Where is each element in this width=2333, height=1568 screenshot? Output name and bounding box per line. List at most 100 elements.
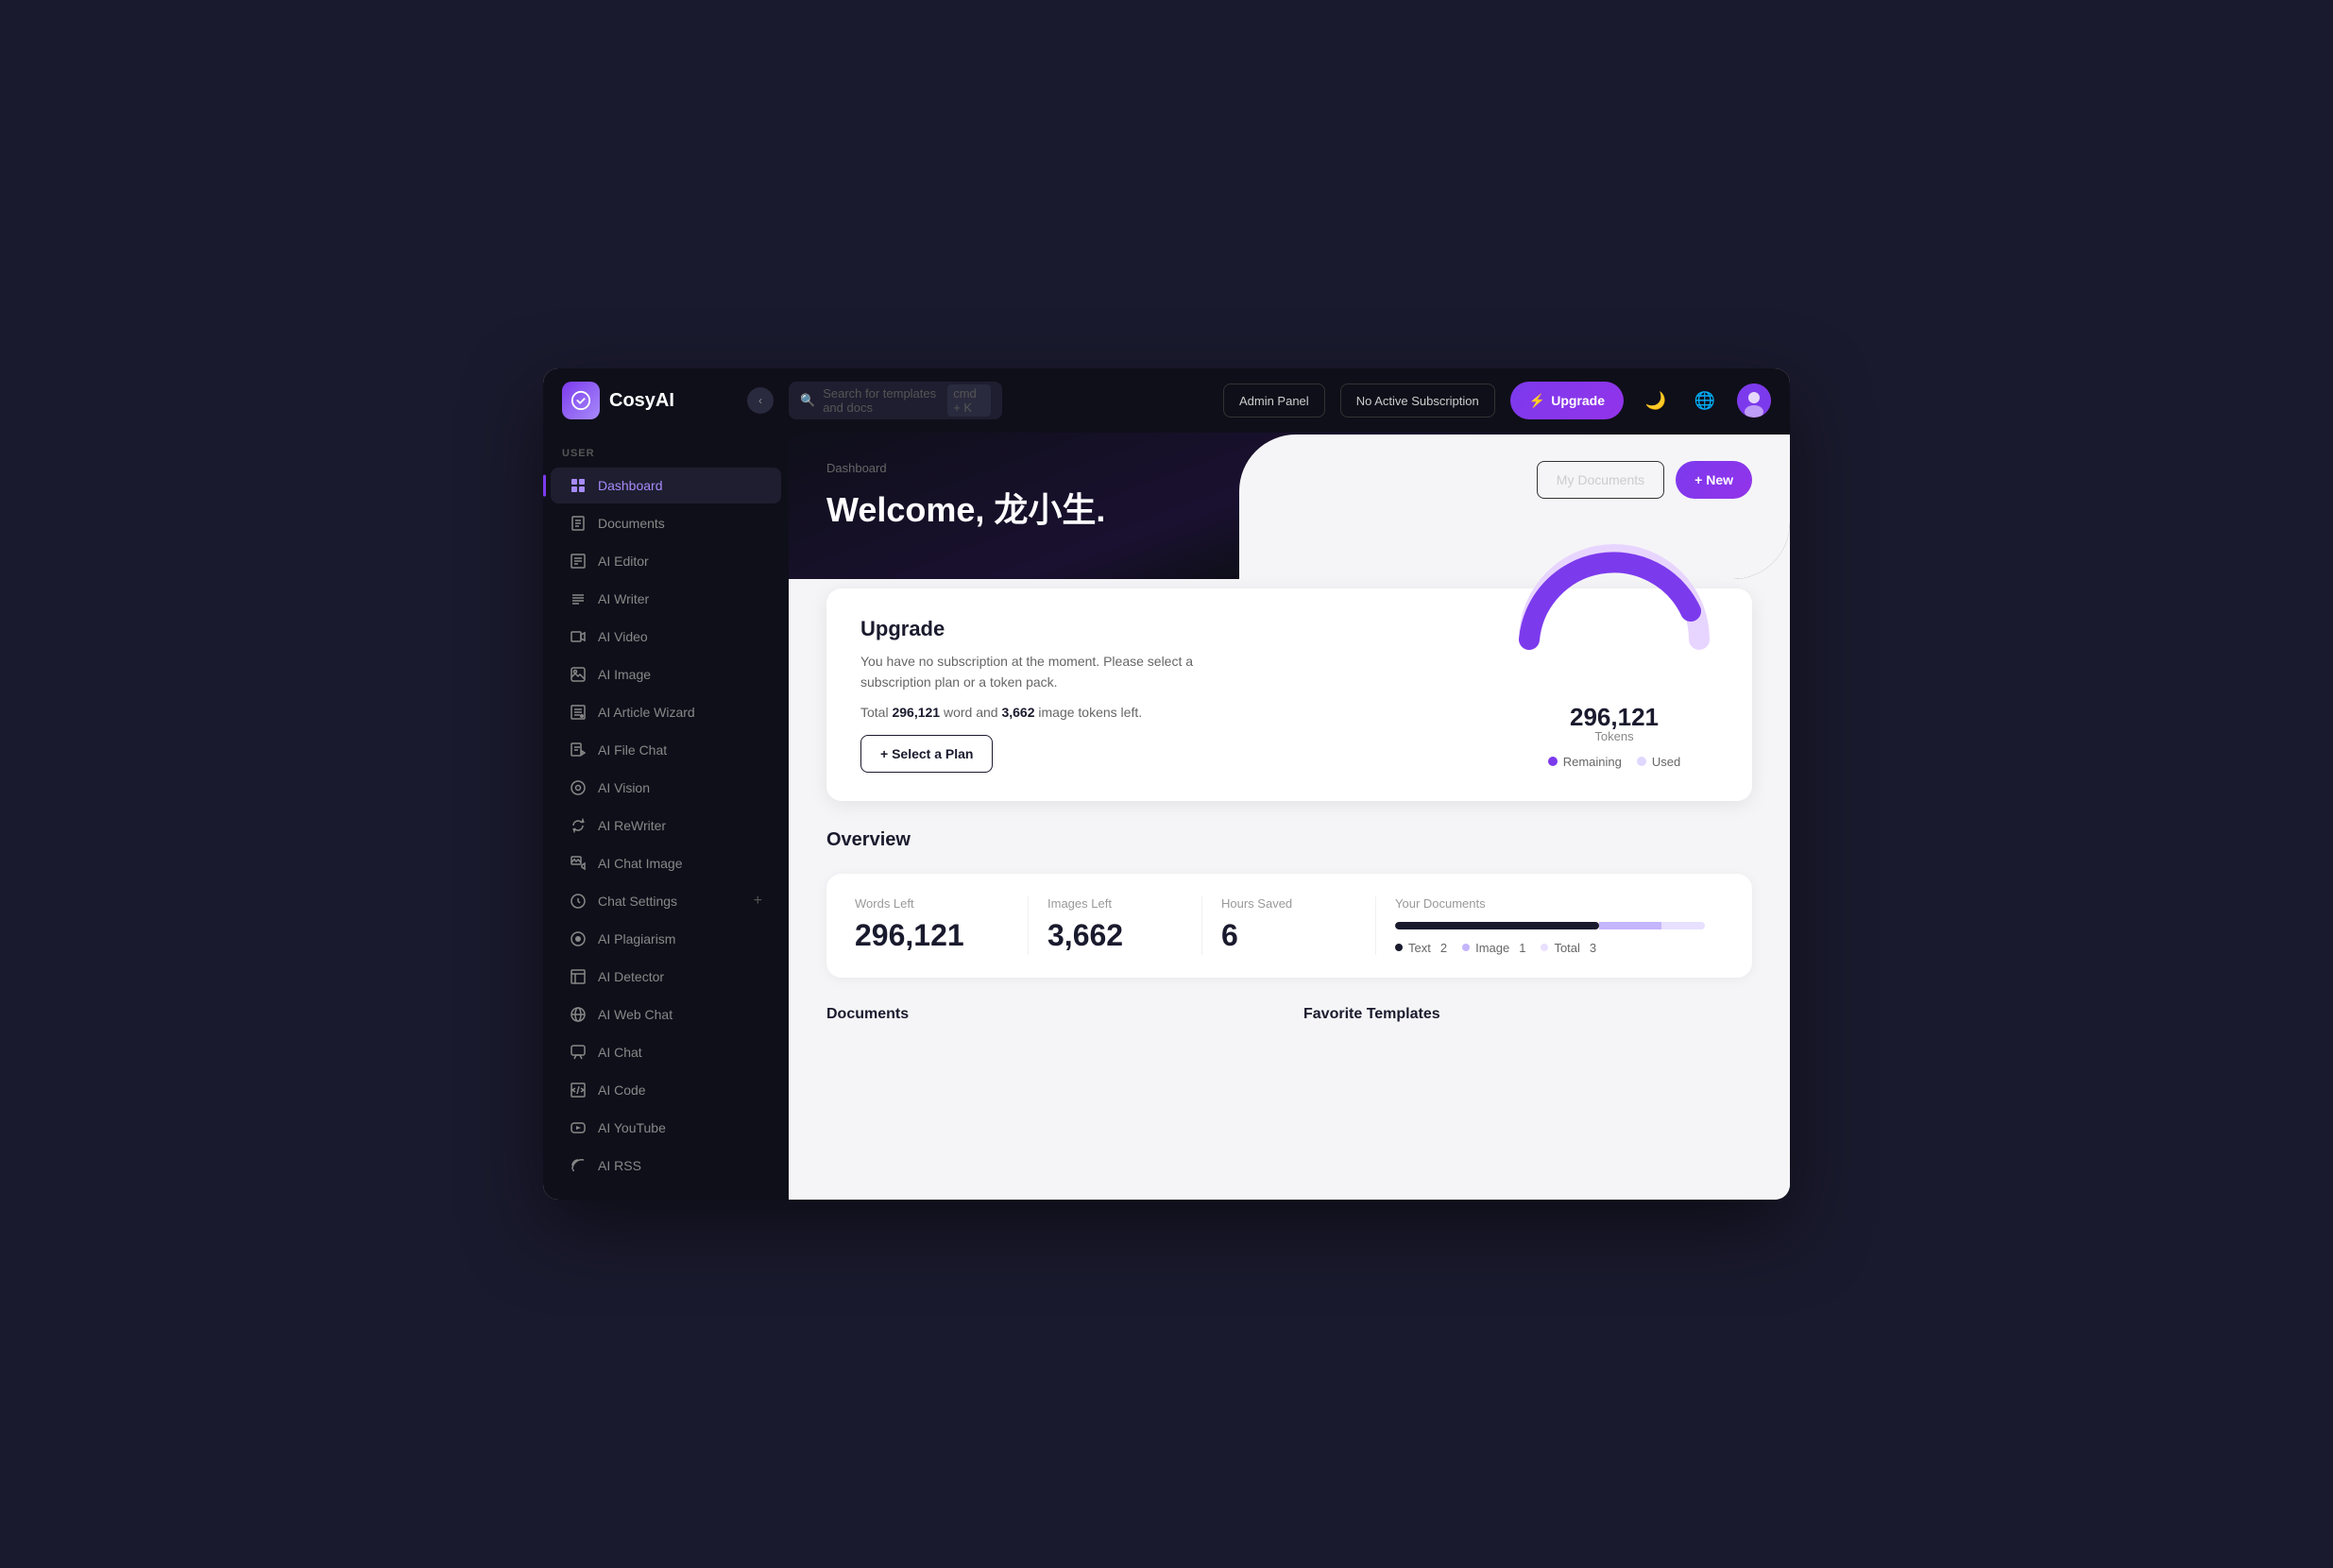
hours-saved-item: Hours Saved 6 (1202, 896, 1376, 955)
used-label: Used (1652, 755, 1680, 769)
overview-grid: Words Left 296,121 Images Left 3,662 Hou… (826, 874, 1752, 978)
theme-toggle-button[interactable]: 🌙 (1639, 383, 1673, 418)
logo-text: CosyAI (609, 390, 674, 412)
sidebar-item-ai-code[interactable]: AI Code (551, 1072, 781, 1108)
sidebar-item-ai-plagiarism[interactable]: AI Plagiarism (551, 921, 781, 957)
ai-detector-icon (570, 968, 587, 985)
word-count: 296,121 (892, 705, 940, 720)
your-documents-item: Your Documents Text 2 (1376, 896, 1724, 955)
sidebar-item-ai-video[interactable]: AI Video (551, 619, 781, 655)
images-left-value: 3,662 (1047, 918, 1183, 953)
sidebar-item-label-ai-chat: AI Chat (598, 1045, 762, 1060)
ai-writer-icon (570, 590, 587, 607)
sidebar-item-ai-rewriter[interactable]: AI ReWriter (551, 808, 781, 844)
docs-legend-text: Text 2 (1395, 941, 1447, 955)
ai-plagiarism-icon (570, 930, 587, 947)
docs-bar-image (1599, 922, 1661, 929)
legend-remaining: Remaining (1548, 755, 1622, 769)
chat-settings-icon (570, 893, 587, 910)
upgrade-card-description: You have no subscription at the moment. … (860, 651, 1238, 693)
sidebar-item-label-ai-image: AI Image (598, 667, 762, 682)
sidebar-item-label-ai-article-wizard: AI Article Wizard (598, 705, 762, 720)
new-button[interactable]: + New (1676, 461, 1752, 499)
image-legend-dot (1462, 944, 1470, 951)
docs-bar-text (1395, 922, 1599, 929)
documents-bottom-card: Documents (826, 1006, 1275, 1038)
text-legend-count: 2 (1440, 941, 1447, 955)
logo-icon (562, 382, 600, 419)
words-left-item: Words Left 296,121 (855, 896, 1029, 955)
sidebar-item-ai-vision[interactable]: AI Vision (551, 770, 781, 806)
upgrade-card-title: Upgrade (860, 617, 1238, 641)
admin-panel-button[interactable]: Admin Panel (1223, 383, 1325, 418)
sidebar-item-ai-chat[interactable]: AI Chat (551, 1034, 781, 1070)
user-avatar[interactable] (1737, 383, 1771, 418)
remaining-label: Remaining (1563, 755, 1622, 769)
ai-rss-icon (570, 1157, 587, 1174)
select-plan-button[interactable]: + Select a Plan (860, 735, 993, 773)
sidebar-item-dashboard[interactable]: Dashboard (551, 468, 781, 503)
remaining-dot (1548, 757, 1558, 766)
tokens-prefix: Total (860, 705, 889, 720)
sidebar-item-ai-youtube[interactable]: AI YouTube (551, 1110, 781, 1146)
sidebar-section-label: USER (543, 433, 789, 467)
images-left-label: Images Left (1047, 896, 1183, 911)
text-legend-dot (1395, 944, 1403, 951)
sidebar-item-label-ai-rss: AI RSS (598, 1158, 762, 1173)
favorite-templates-title: Favorite Templates (1303, 1006, 1752, 1023)
bottom-section: Documents Favorite Templates (789, 1006, 1790, 1066)
sidebar-item-label-ai-plagiarism: AI Plagiarism (598, 931, 762, 946)
sidebar-item-ai-file-chat[interactable]: AI File Chat (551, 732, 781, 768)
overview-title: Overview (826, 829, 1752, 851)
search-kbd: cmd + K (947, 384, 991, 417)
donut-value: 296,121 (1570, 705, 1659, 729)
image-legend-count: 1 (1519, 941, 1525, 955)
total-legend-count: 3 (1590, 941, 1596, 955)
search-icon: 🔍 (800, 393, 815, 408)
sidebar-item-ai-chat-image[interactable]: AI Chat Image (551, 845, 781, 881)
ai-chat-icon (570, 1044, 587, 1061)
sidebar-item-label-dashboard: Dashboard (598, 478, 762, 493)
sidebar-item-label-ai-video: AI Video (598, 629, 762, 644)
sidebar-collapse-button[interactable]: ‹ (747, 387, 774, 414)
sidebar-item-label-ai-rewriter: AI ReWriter (598, 818, 762, 833)
docs-legend-image: Image 1 (1462, 941, 1525, 955)
search-bar[interactable]: 🔍 Search for templates and docs cmd + K (789, 382, 1002, 419)
moon-icon: 🌙 (1645, 391, 1666, 411)
sidebar-item-ai-editor[interactable]: AI Editor (551, 543, 781, 579)
docs-bar-rest (1661, 922, 1705, 929)
subscription-status-button[interactable]: No Active Subscription (1340, 383, 1495, 418)
your-docs-label: Your Documents (1395, 896, 1705, 911)
docs-bar (1395, 922, 1705, 929)
sidebar-item-chat-settings[interactable]: Chat Settings + (551, 883, 781, 919)
main-layout: USER Dashboard Documents AI Editor (543, 433, 1790, 1200)
words-left-label: Words Left (855, 896, 1009, 911)
donut-area: 296,121 Tokens Remaining Used (1510, 621, 1718, 769)
image-legend-label: Image (1475, 941, 1509, 955)
topbar: CosyAI ‹ 🔍 Search for templates and docs… (543, 368, 1790, 433)
ai-file-chat-icon (570, 741, 587, 758)
image-label: image tokens left. (1038, 705, 1142, 720)
sidebar-item-ai-writer[interactable]: AI Writer (551, 581, 781, 617)
language-button[interactable]: 🌐 (1688, 383, 1722, 418)
donut-label: 296,121 Tokens (1570, 705, 1659, 743)
sidebar-item-documents[interactable]: Documents (551, 505, 781, 541)
sidebar-item-ai-web-chat[interactable]: AI Web Chat (551, 997, 781, 1032)
sidebar-item-label-ai-chat-image: AI Chat Image (598, 856, 762, 871)
sidebar-item-ai-detector[interactable]: AI Detector (551, 959, 781, 995)
app-window: CosyAI ‹ 🔍 Search for templates and docs… (543, 368, 1790, 1200)
image-count: 3,662 (1001, 705, 1034, 720)
upgrade-button[interactable]: ⚡ Upgrade (1510, 382, 1624, 419)
chat-settings-plus[interactable]: + (754, 893, 762, 910)
ai-rewriter-icon (570, 817, 587, 834)
sidebar-item-ai-article-wizard[interactable]: AI Article Wizard (551, 694, 781, 730)
sidebar-item-label-documents: Documents (598, 516, 762, 531)
legend-used: Used (1637, 755, 1680, 769)
sidebar-item-ai-image[interactable]: AI Image (551, 656, 781, 692)
sidebar-item-ai-rss[interactable]: AI RSS (551, 1148, 781, 1184)
words-left-value: 296,121 (855, 918, 1009, 953)
total-legend-dot (1541, 944, 1548, 951)
search-placeholder: Search for templates and docs (823, 386, 940, 415)
donut-chart: 296,121 Tokens (1510, 621, 1718, 743)
my-documents-button[interactable]: My Documents (1537, 461, 1664, 499)
